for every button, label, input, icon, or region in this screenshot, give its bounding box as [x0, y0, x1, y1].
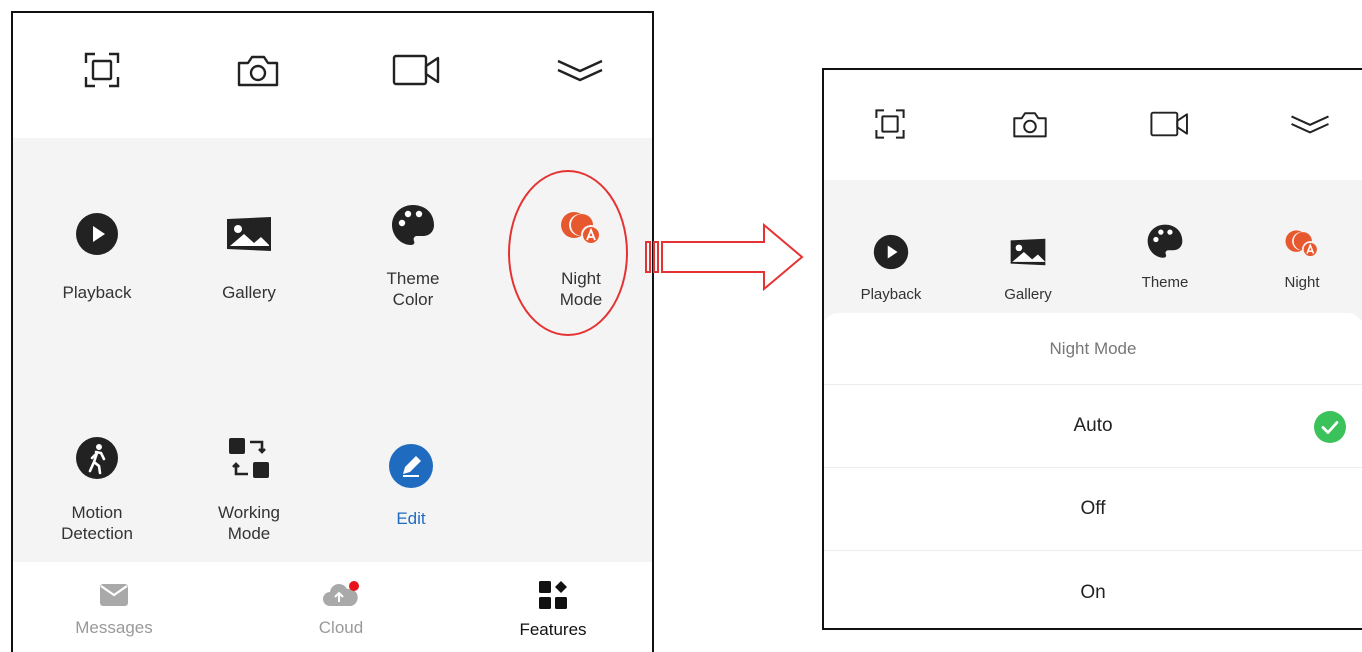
- nav-cloud[interactable]: Cloud: [271, 580, 411, 638]
- collapse-chevron-icon: [1291, 115, 1329, 134]
- screen-fit-button[interactable]: [67, 35, 137, 105]
- palette-icon: [1147, 224, 1183, 258]
- edit-pencil-icon: [389, 444, 433, 488]
- screenshot-button[interactable]: [223, 35, 293, 105]
- option-label: On: [1080, 581, 1106, 603]
- top-toolbar: [824, 70, 1362, 180]
- feature-theme-color[interactable]: Theme: [1110, 220, 1220, 293]
- nav-label: Messages: [75, 618, 153, 637]
- camera-icon: [237, 55, 279, 87]
- screenshot-button[interactable]: [1000, 94, 1060, 154]
- feature-label: Edit: [396, 509, 426, 528]
- record-button[interactable]: [382, 35, 452, 105]
- notification-dot: [349, 581, 359, 591]
- video-record-icon: [392, 54, 440, 86]
- nav-features[interactable]: Features: [483, 580, 623, 640]
- feature-label: Working Mode: [217, 503, 281, 544]
- play-icon: [76, 213, 118, 255]
- feature-label: Gallery: [222, 283, 276, 302]
- nav-label: Cloud: [318, 618, 364, 637]
- feature-label: Theme Color: [386, 269, 440, 310]
- nav-messages[interactable]: Messages: [44, 582, 184, 638]
- option-off[interactable]: Off: [824, 468, 1362, 551]
- image-icon: [227, 216, 271, 252]
- screen-fit-button[interactable]: [860, 94, 920, 154]
- feature-playback[interactable]: Playback: [836, 230, 946, 305]
- night-mode-bottom-sheet: Night Mode Auto Off On: [824, 313, 1362, 628]
- option-label: Off: [1080, 498, 1106, 519]
- collapse-chevron-icon: [557, 59, 603, 82]
- record-button[interactable]: [1140, 94, 1200, 154]
- video-record-icon: [1150, 111, 1188, 137]
- right-screen: Playback Gallery Theme Night Night Mode …: [822, 68, 1362, 630]
- feature-label: Playback: [62, 283, 132, 302]
- night-mode-auto-icon: [1285, 230, 1319, 258]
- palette-icon: [392, 205, 434, 245]
- feature-motion-detection[interactable]: Motion Detection: [27, 430, 167, 545]
- collapse-button[interactable]: [1280, 94, 1340, 154]
- envelope-icon: [100, 584, 128, 606]
- feature-night-mode[interactable]: Night: [1247, 220, 1357, 293]
- transition-arrow: [645, 222, 804, 292]
- top-toolbar: [13, 13, 652, 138]
- feature-gallery[interactable]: Gallery: [973, 230, 1083, 305]
- screen-fit-icon: [875, 109, 905, 139]
- feature-edit[interactable]: Edit: [341, 438, 481, 529]
- feature-label: Gallery: [1004, 286, 1052, 303]
- cloud-icon: [323, 581, 359, 606]
- feature-theme-color[interactable]: Theme Color: [343, 198, 483, 311]
- feature-label: Night: [1284, 274, 1320, 291]
- feature-gallery[interactable]: Gallery: [179, 206, 319, 303]
- feature-grid: Playback Gallery Theme Night: [824, 180, 1362, 320]
- option-auto[interactable]: Auto: [824, 385, 1362, 468]
- screen-fit-icon: [84, 52, 120, 88]
- feature-label: Motion Detection: [61, 503, 133, 544]
- sheet-title: Night Mode: [824, 313, 1362, 385]
- nav-label: Features: [519, 620, 587, 639]
- night-mode-highlight-ellipse: [508, 170, 628, 336]
- collapse-button[interactable]: [545, 35, 615, 105]
- feature-label: Playback: [860, 286, 922, 303]
- image-icon: [1010, 238, 1046, 266]
- check-circle-icon: [1314, 411, 1346, 443]
- camera-icon: [1013, 112, 1047, 138]
- feature-playback[interactable]: Playback: [27, 206, 167, 303]
- bottom-nav: Messages Cloud Features: [13, 562, 652, 652]
- motion-person-icon: [76, 437, 118, 479]
- feature-label: Theme: [1141, 274, 1189, 291]
- play-icon: [873, 234, 909, 270]
- switch-mode-icon: [229, 438, 269, 478]
- features-grid-icon: [539, 581, 567, 609]
- feature-working-mode[interactable]: Working Mode: [179, 430, 319, 545]
- option-label: Auto: [1073, 415, 1113, 436]
- option-on[interactable]: On: [824, 551, 1362, 628]
